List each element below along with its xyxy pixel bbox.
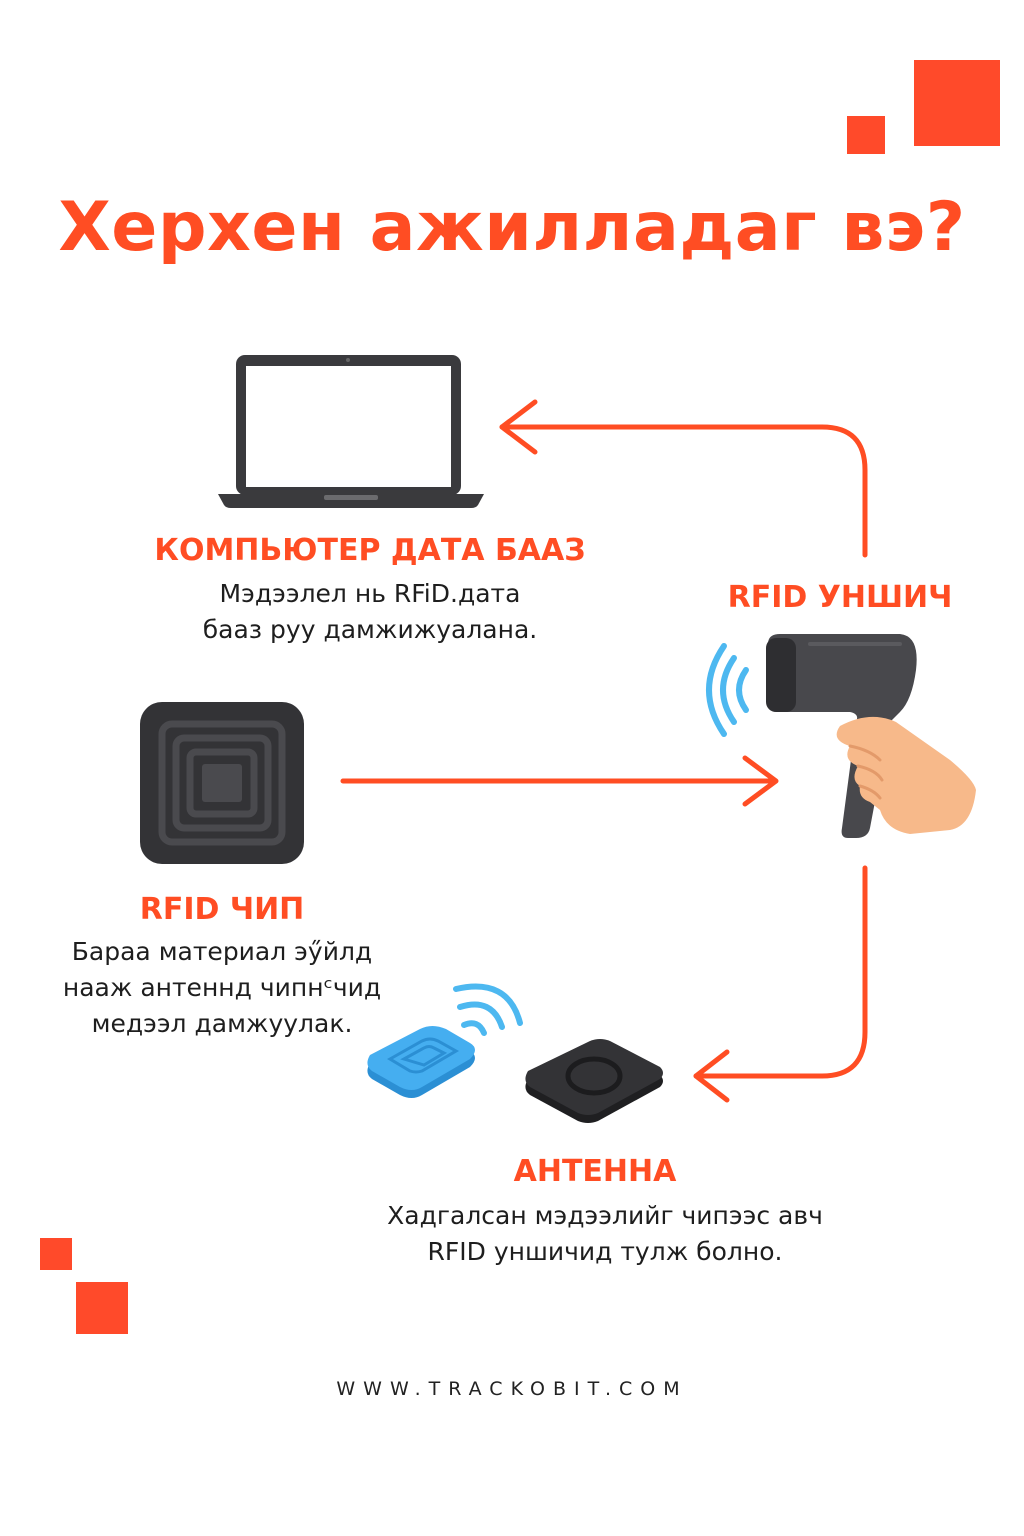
reader-title: RFID УНШИЧ — [727, 580, 953, 615]
arrow-reader-to-antenna — [693, 865, 868, 1079]
computer-desc-line-2: бааз руу дамжижуалана. — [202, 615, 538, 644]
antenna-icon — [367, 983, 663, 1123]
rfid-tag-icon — [367, 1026, 475, 1098]
antenna-title: АНТЕННА — [513, 1154, 677, 1189]
chip-title: RFID ЧИП — [139, 892, 305, 927]
computer-title: КОМПЬЮТЕР ДАТА БААЗ — [154, 533, 586, 568]
reader-signal-icon — [706, 643, 749, 737]
antenna-desc-line-2: RFID уншичид тулж болно. — [427, 1237, 783, 1266]
antenna-puck-icon — [525, 1039, 663, 1123]
chip-desc-line-1: Бараа материал эӳйлд — [71, 937, 373, 966]
antenna-desc: Хадгалсан мэдээлийг чипээс авч RFID унши… — [340, 1198, 870, 1270]
footer-website[interactable]: WWW.TRACKOBIT.COM — [0, 1378, 1024, 1400]
antenna-signal-icon — [453, 983, 523, 1036]
rfid-chip-icon — [140, 702, 304, 864]
antenna-desc-line-1: Хадгалсан мэдээлийг чипээс авч — [387, 1201, 823, 1230]
rfid-scanner-icon — [706, 634, 976, 838]
computer-desc: Мэдээлел нь RFiD.дата бааз руу дамжижуал… — [140, 576, 600, 648]
computer-desc-line-1: Мэдээлел нь RFiD.дата — [219, 579, 521, 608]
laptop-icon — [218, 355, 484, 508]
